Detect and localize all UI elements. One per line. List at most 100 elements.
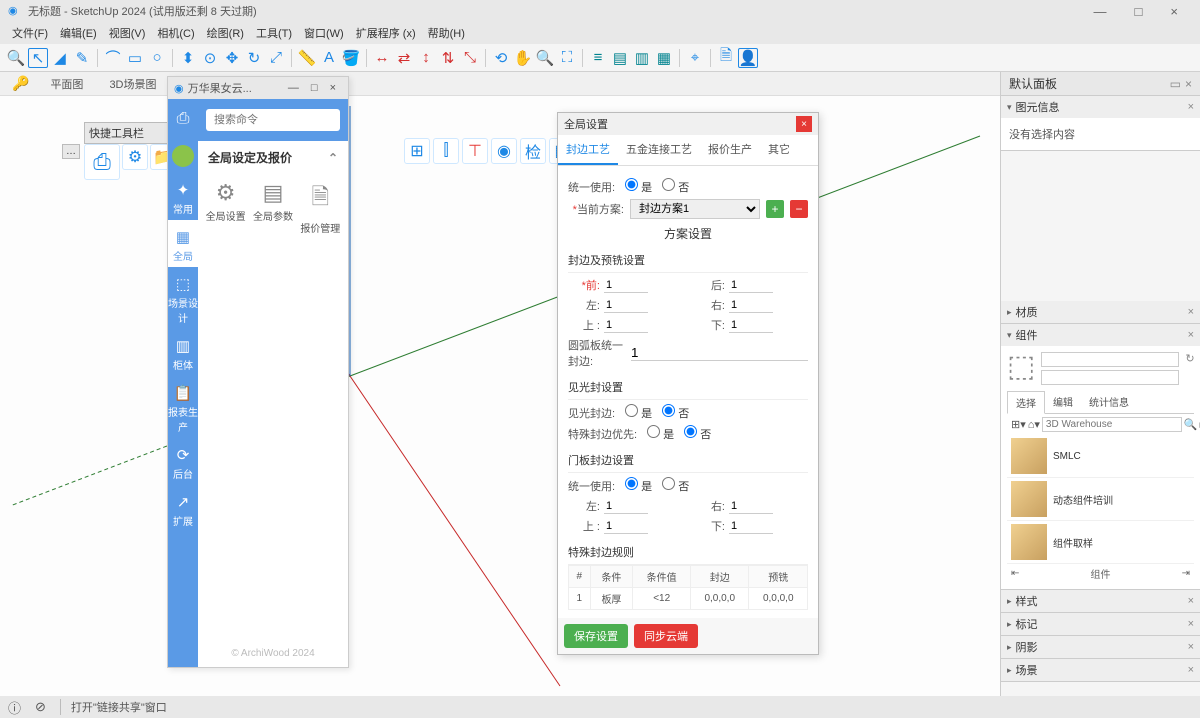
warehouse-icon[interactable]: 🗎 xyxy=(716,48,736,68)
door-left-input[interactable] xyxy=(604,499,648,514)
info-icon[interactable]: ⓘ xyxy=(8,698,21,717)
search-icon[interactable]: 🔍 xyxy=(6,48,26,68)
nav-prev-icon[interactable]: ⇤ xyxy=(1011,568,1019,579)
comp-home-icon[interactable]: ⌂▾ xyxy=(1028,418,1040,431)
front-input[interactable] xyxy=(604,278,648,293)
save-button[interactable]: 保存设置 xyxy=(564,624,628,648)
scene-search-icon[interactable]: 🔑 xyxy=(6,75,35,92)
plan-del-button[interactable]: − xyxy=(790,200,808,218)
viewport[interactable] xyxy=(0,96,1000,696)
ext-nav-common[interactable]: ✦常用 xyxy=(168,173,198,220)
shortcut-global-params[interactable]: ▤全局参数 xyxy=(253,180,293,235)
ext-nav-scene[interactable]: ⬚场景设计 xyxy=(168,267,198,329)
comp-tab-select[interactable]: 选择 xyxy=(1007,391,1045,414)
scene-tab-plan[interactable]: 平面图 xyxy=(39,72,94,96)
ext-nav-global[interactable]: ▦全局 xyxy=(168,220,198,267)
menu-help[interactable]: 帮助(H) xyxy=(422,25,471,41)
ext-section-title[interactable]: 全局设定及报价 ⌃ xyxy=(198,141,348,174)
right-input[interactable] xyxy=(729,298,773,313)
rotate-tool[interactable]: ↻ xyxy=(244,48,264,68)
dialog-close-button[interactable]: × xyxy=(796,116,812,132)
pan-tool[interactable]: ✋ xyxy=(513,48,533,68)
menu-file[interactable]: 文件(F) xyxy=(6,25,54,41)
table-row[interactable]: 1板厚<120,0,0,00,0,0,0 xyxy=(569,588,808,610)
list-item[interactable]: 动态组件培训 xyxy=(1007,478,1194,521)
window-minimize[interactable]: — xyxy=(1080,4,1121,19)
eraser-tool[interactable]: ◢ xyxy=(50,48,70,68)
ext-close[interactable]: × xyxy=(324,82,342,94)
menu-extensions[interactable]: 扩展程序 (x) xyxy=(350,25,422,41)
menu-window[interactable]: 窗口(W) xyxy=(298,25,350,41)
back-input[interactable] xyxy=(729,278,773,293)
arc-input[interactable] xyxy=(631,345,808,361)
ext-nav-cabinet[interactable]: ▥柜体 xyxy=(168,329,198,376)
ext-avatar[interactable] xyxy=(172,145,194,167)
unify-no[interactable]: 否 xyxy=(662,178,689,195)
comp-view-icon[interactable]: ⊞▾ xyxy=(1011,418,1026,431)
qp-ext5-icon[interactable]: 检 xyxy=(520,138,546,164)
door-right-input[interactable] xyxy=(729,499,773,514)
arc-tool[interactable]: ⌒ xyxy=(103,48,123,68)
geo-icon[interactable]: ⌖ xyxy=(685,48,705,68)
qp-ext3-icon[interactable]: ⊤ xyxy=(462,138,488,164)
axis-x2-icon[interactable]: ⇄ xyxy=(394,48,414,68)
visible-yes[interactable]: 是 xyxy=(625,404,652,421)
orbit-tool[interactable]: ⟲ xyxy=(491,48,511,68)
priority-no[interactable]: 否 xyxy=(684,425,711,442)
tab-other[interactable]: 其它 xyxy=(760,135,798,165)
left-input[interactable] xyxy=(604,298,648,313)
qp-gear-icon[interactable]: ⚙ xyxy=(122,144,148,170)
menu-draw[interactable]: 绘图(R) xyxy=(201,25,250,41)
section2-icon[interactable]: ▥ xyxy=(632,48,652,68)
top-input[interactable] xyxy=(604,318,648,333)
comp-name-input[interactable] xyxy=(1041,352,1179,367)
qp-ext1-icon[interactable]: ⊞ xyxy=(404,138,430,164)
axis-x-icon[interactable]: ↔ xyxy=(372,48,392,68)
tape-tool[interactable]: 📏 xyxy=(297,48,317,68)
ext-nav-report[interactable]: 📋报表生产 xyxy=(168,376,198,438)
line-tool[interactable]: ✎ xyxy=(72,48,92,68)
bottom-input[interactable] xyxy=(729,318,773,333)
sync-button[interactable]: 同步云端 xyxy=(634,624,698,648)
axis-y-icon[interactable]: ↕ xyxy=(416,48,436,68)
user-icon[interactable]: 👤 xyxy=(738,48,758,68)
zoom-extents[interactable]: ⛶ xyxy=(557,48,577,68)
comp-desc-input[interactable] xyxy=(1041,370,1179,385)
comp-refresh-icon[interactable]: ↻ xyxy=(1185,352,1194,365)
menu-view[interactable]: 视图(V) xyxy=(103,25,152,41)
scene-tab-3d[interactable]: 3D场景图 xyxy=(98,72,167,96)
axis-z-icon[interactable]: ⤡ xyxy=(460,48,480,68)
offset-tool[interactable]: ⊙ xyxy=(200,48,220,68)
tab-edge[interactable]: 封边工艺 xyxy=(558,135,618,165)
acc-style[interactable]: ▸样式× xyxy=(1001,590,1200,612)
door-top-input[interactable] xyxy=(604,519,648,534)
acc-shadow[interactable]: ▸阴影× xyxy=(1001,636,1200,658)
section-icon[interactable]: ▤ xyxy=(610,48,630,68)
ext-minimize[interactable]: — xyxy=(282,82,305,94)
visible-no[interactable]: 否 xyxy=(662,404,689,421)
acc-scene[interactable]: ▸场景× xyxy=(1001,659,1200,681)
comp-tab-edit[interactable]: 编辑 xyxy=(1045,391,1081,413)
axis-y2-icon[interactable]: ⇅ xyxy=(438,48,458,68)
zoom-tool[interactable]: 🔍 xyxy=(535,48,555,68)
panel-close-icon[interactable]: × xyxy=(1185,77,1192,91)
priority-yes[interactable]: 是 xyxy=(647,425,674,442)
door-unify-yes[interactable]: 是 xyxy=(625,477,652,494)
window-close[interactable]: × xyxy=(1156,4,1192,19)
text-tool[interactable]: A xyxy=(319,48,339,68)
menu-camera[interactable]: 相机(C) xyxy=(151,25,200,41)
ext-search-input[interactable] xyxy=(206,109,340,131)
window-maximize[interactable]: □ xyxy=(1121,4,1157,19)
move-tool[interactable]: ✥ xyxy=(222,48,242,68)
comp-search-icon[interactable]: 🔍 xyxy=(1184,418,1198,431)
shortcut-price-manage[interactable]: 🗎报价管理 xyxy=(300,180,340,235)
ext-nav-ext[interactable]: ↗扩展 xyxy=(168,485,198,532)
qp-ext2-icon[interactable]: ⫿ xyxy=(433,138,459,164)
section3-icon[interactable]: ▦ xyxy=(654,48,674,68)
scale-tool[interactable]: ⤢ xyxy=(266,48,286,68)
ext-nav-backend[interactable]: ⟳后台 xyxy=(168,438,198,485)
tab-quote[interactable]: 报价生产 xyxy=(700,135,760,165)
comp-tab-stats[interactable]: 统计信息 xyxy=(1081,391,1137,413)
menu-tools[interactable]: 工具(T) xyxy=(250,25,298,41)
acc-entity-info[interactable]: ▾图元信息× xyxy=(1001,96,1200,118)
